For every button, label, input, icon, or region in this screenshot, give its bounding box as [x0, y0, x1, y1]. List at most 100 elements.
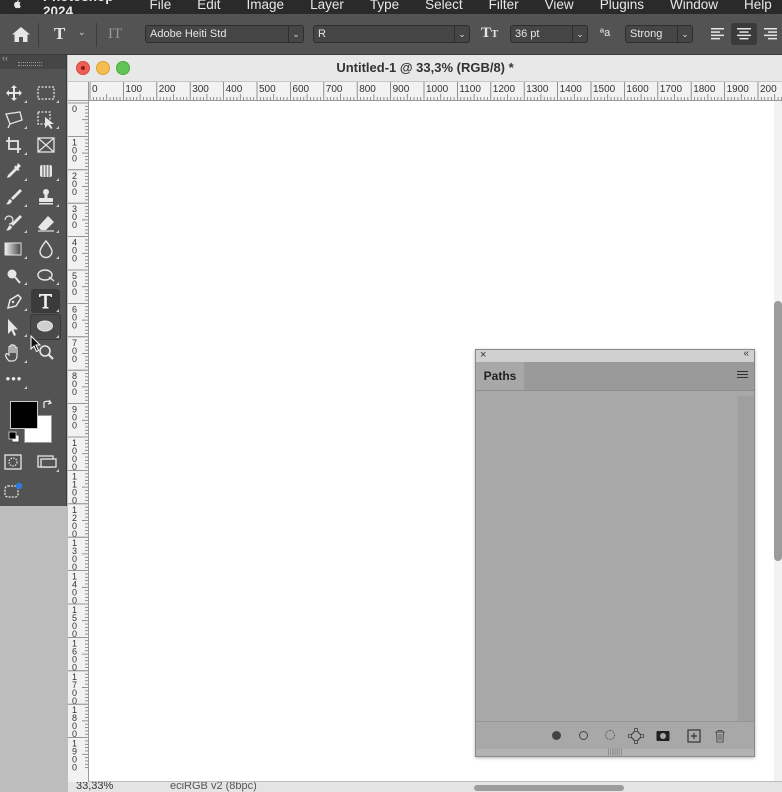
options-bar: T ⌄ IT Adobe Heiti Std ⌄ R ⌄ TT 36 pt ⌄ ªa …	[0, 14, 782, 55]
fill-path-button[interactable]	[548, 728, 564, 744]
align-right-icon[interactable]	[762, 27, 778, 41]
type-tool[interactable]	[31, 289, 60, 313]
fill-path-icon	[551, 731, 561, 740]
panel-resize-grip[interactable]: ||||||||	[476, 749, 754, 756]
align-left-icon[interactable]	[710, 27, 726, 41]
menu-select[interactable]: Select	[425, 0, 463, 12]
menu-edit[interactable]: Edit	[197, 0, 220, 12]
vertical-ruler-scale: 0 1 0 0 2 0 0 3 0 0 4 0 0 5 0 0 6 0 0 7 0 0 8 0 0 9 0 0 1 0 0 01 1 0 01 2 0 0…	[68, 102, 88, 773]
path-selection-tool[interactable]	[0, 316, 28, 338]
stroke-path-icon	[578, 731, 588, 740]
delete-path-button[interactable]	[712, 728, 728, 744]
app-menu[interactable]: Photoshop 2024	[43, 0, 118, 14]
mouse-cursor-icon	[30, 335, 42, 353]
edit-toolbar-button[interactable]: •••	[0, 368, 28, 390]
tab-paths[interactable]: Paths	[476, 362, 524, 390]
ruler-tick-label: 1500	[72, 605, 77, 639]
new-path-icon	[687, 729, 701, 743]
crop-tool[interactable]	[0, 134, 28, 156]
vertical-ruler[interactable]: 0 100 200 300 400 500 600 700 800 900 100011001200…	[68, 82, 89, 792]
swap-colors-icon[interactable]	[41, 398, 55, 412]
ruler-tick-label: 1300	[526, 84, 549, 95]
menu-plugins[interactable]: Plugins	[600, 0, 644, 12]
stroke-path-button[interactable]	[575, 728, 591, 744]
menu-view[interactable]: View	[545, 0, 574, 12]
ruler-tick-label: 700	[326, 84, 343, 95]
vertical-scrollbar[interactable]	[774, 101, 782, 781]
menu-layer[interactable]: Layer	[310, 0, 344, 12]
history-brush-tool[interactable]	[0, 212, 28, 234]
object-selection-tool[interactable]	[32, 108, 60, 130]
status-bar: 33,33% eciRGB v2 (8bpc)	[68, 782, 782, 792]
move-tool[interactable]	[0, 82, 28, 104]
pen-tool[interactable]	[0, 290, 28, 312]
marquee-tool[interactable]	[32, 82, 60, 104]
type-tool-preset-icon[interactable]: T	[54, 23, 76, 45]
vertical-scroll-thumb[interactable]	[774, 301, 782, 561]
blur-tool[interactable]	[32, 238, 60, 260]
paths-list[interactable]	[476, 396, 738, 721]
paths-scrollbar[interactable]	[738, 396, 754, 721]
collapse-panel-icon[interactable]: «	[743, 348, 749, 359]
font-family-dropdown[interactable]: Adobe Heiti Std ⌄	[145, 25, 304, 43]
ruler-tick-label: 1900	[72, 739, 77, 773]
ruler-tick-label: 1300	[72, 538, 77, 572]
antialias-dropdown[interactable]: Strong ⌄	[625, 25, 693, 43]
collapse-icon[interactable]: ‹‹	[2, 53, 8, 63]
ruler-tick-label: 500	[259, 84, 276, 95]
ruler-tick-label: 1100	[459, 84, 481, 95]
ruler-tick-label: 0	[92, 84, 98, 95]
ruler-tick-label: 1400	[560, 84, 583, 95]
text-orientation-icon[interactable]: IT	[108, 23, 128, 45]
quick-mask-button[interactable]	[0, 451, 28, 473]
ruler-tick-label: 600	[72, 304, 77, 330]
zoom-level[interactable]: 33,33%	[76, 782, 113, 792]
eraser-tool[interactable]	[32, 212, 60, 234]
spot-healing-tool[interactable]	[32, 160, 60, 182]
toolbar-header[interactable]: ‹‹	[0, 53, 66, 69]
lasso-tool[interactable]	[0, 108, 28, 130]
font-style-dropdown[interactable]: R ⌄	[313, 25, 470, 43]
chevron-down-icon[interactable]: ⌄	[78, 27, 86, 38]
chevron-down-icon: ⌄	[288, 26, 303, 42]
font-size-dropdown[interactable]: 36 pt ⌄	[510, 25, 588, 43]
screen-mode-button[interactable]	[32, 451, 60, 473]
ruler-tick-label: 1200	[493, 84, 516, 95]
quick-mask-icon	[4, 454, 22, 470]
clone-stamp-tool[interactable]	[32, 186, 60, 208]
ruler-tick-label: 1600	[72, 638, 77, 672]
document-profile[interactable]: eciRGB v2 (8bpc)	[170, 782, 257, 792]
default-colors-icon[interactable]	[7, 430, 21, 444]
menu-help[interactable]: Help	[744, 0, 772, 12]
menu-type[interactable]: Type	[370, 0, 399, 12]
menu-filter[interactable]: Filter	[489, 0, 519, 12]
menu-file[interactable]: File	[150, 0, 172, 12]
generative-fill-button[interactable]	[0, 480, 28, 502]
document-title-bar[interactable]: Untitled-1 @ 33,3% (RGB/8) *	[68, 55, 782, 82]
align-center-button[interactable]	[731, 23, 757, 45]
new-path-button[interactable]	[686, 728, 702, 744]
frame-tool[interactable]	[32, 134, 60, 156]
ruler-origin[interactable]	[68, 82, 89, 101]
home-icon[interactable]	[11, 26, 31, 43]
hand-tool[interactable]	[0, 342, 28, 364]
close-icon[interactable]: ×	[480, 349, 486, 361]
apple-icon[interactable]	[12, 0, 22, 11]
ruler-tick-label: 700	[72, 338, 77, 364]
menu-image[interactable]: Image	[247, 0, 285, 12]
add-mask-button[interactable]	[655, 728, 671, 744]
panel-header[interactable]: × «	[476, 348, 754, 362]
gradient-tool[interactable]	[0, 238, 28, 260]
panel-menu-icon[interactable]	[737, 371, 748, 381]
horizontal-ruler[interactable]: 0 100 200 300 400 500 600 700 800 900 1000 1100 1200…	[88, 82, 782, 101]
load-selection-button[interactable]	[602, 728, 618, 744]
menu-window[interactable]: Window	[670, 0, 718, 12]
make-work-path-button[interactable]	[628, 728, 644, 744]
brush-tool[interactable]	[0, 186, 28, 208]
foreground-color-swatch[interactable]	[10, 401, 38, 429]
frame-icon	[37, 137, 55, 153]
horizontal-scroll-thumb[interactable]	[474, 785, 624, 791]
pen-path-tool[interactable]	[32, 264, 60, 286]
dodge-tool[interactable]	[0, 264, 28, 286]
eyedropper-tool[interactable]	[0, 160, 28, 182]
